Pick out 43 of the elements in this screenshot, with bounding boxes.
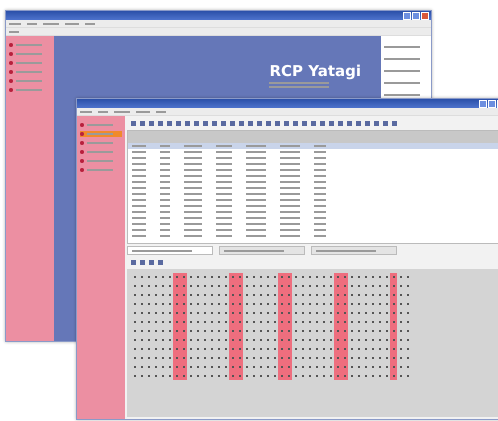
seat-column[interactable] (369, 273, 376, 380)
logo-title: RCP Yatagi (269, 62, 361, 80)
seat-column[interactable] (208, 273, 215, 380)
seat-column[interactable] (383, 273, 390, 380)
seat-column[interactable] (397, 273, 404, 380)
seat-column[interactable] (180, 273, 187, 380)
seat-column[interactable] (404, 273, 411, 380)
tab[interactable] (127, 246, 213, 255)
seat-column[interactable] (145, 273, 152, 380)
seat-column[interactable] (292, 273, 299, 380)
seat-column[interactable] (215, 273, 222, 380)
seat-column[interactable] (194, 273, 201, 380)
seat-column[interactable] (355, 273, 362, 380)
seat-column[interactable] (131, 273, 138, 380)
seat-column[interactable] (173, 273, 180, 380)
seat-column[interactable] (390, 273, 397, 380)
seat-column[interactable] (348, 273, 355, 380)
seat-column[interactable] (362, 273, 369, 380)
seat-column[interactable] (187, 273, 194, 380)
seat-column[interactable] (299, 273, 306, 380)
seat-column[interactable] (250, 273, 257, 380)
seat-column[interactable] (278, 273, 285, 380)
seat-column[interactable] (201, 273, 208, 380)
seat-column[interactable] (152, 273, 159, 380)
seat-column[interactable] (271, 273, 278, 380)
seat-column[interactable] (236, 273, 243, 380)
seat-column[interactable] (222, 273, 229, 380)
sidebar-item[interactable] (80, 131, 122, 137)
seat-column[interactable] (334, 273, 341, 380)
seat-column[interactable] (229, 273, 236, 380)
seat-column[interactable] (166, 273, 173, 380)
seat-column[interactable] (341, 273, 348, 380)
seat-column[interactable] (376, 273, 383, 380)
seat-column[interactable] (138, 273, 145, 380)
seat-column[interactable] (306, 273, 313, 380)
seat-column[interactable] (313, 273, 320, 380)
seat-column[interactable] (257, 273, 264, 380)
seat-column[interactable] (243, 273, 250, 380)
seat-column[interactable] (320, 273, 327, 380)
seat-column[interactable] (285, 273, 292, 380)
seat-column[interactable] (327, 273, 334, 380)
seat-column[interactable] (159, 273, 166, 380)
seat-column[interactable] (264, 273, 271, 380)
